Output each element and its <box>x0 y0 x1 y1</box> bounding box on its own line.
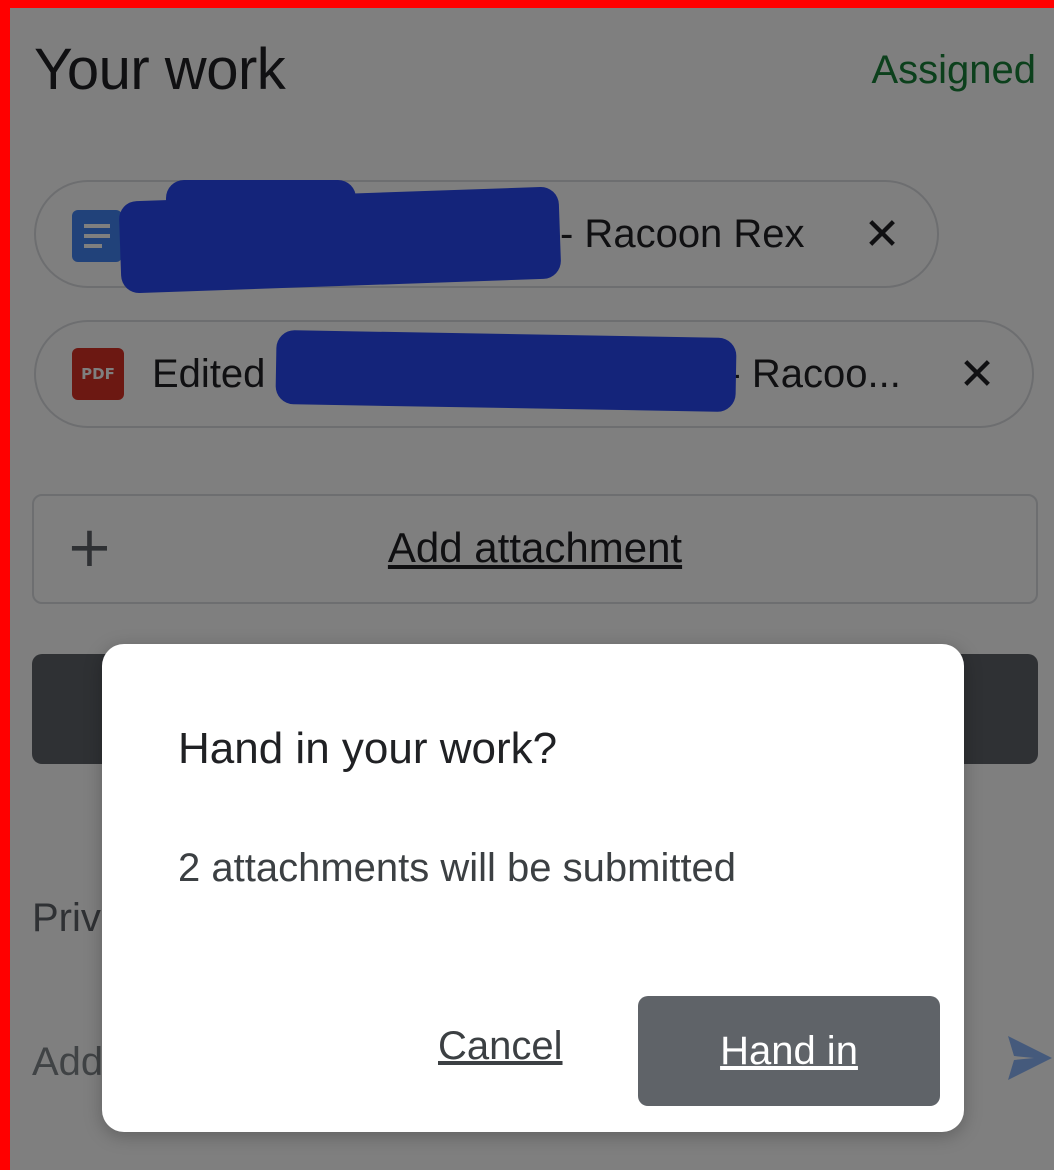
dialog-message: 2 attachments will be submitted <box>178 846 737 890</box>
hand-in-dialog: Hand in your work? 2 attachments will be… <box>102 644 964 1132</box>
cancel-button[interactable]: Cancel <box>438 1024 563 1069</box>
dialog-title: Hand in your work? <box>178 724 558 773</box>
hand-in-button[interactable]: Hand in <box>638 996 940 1106</box>
